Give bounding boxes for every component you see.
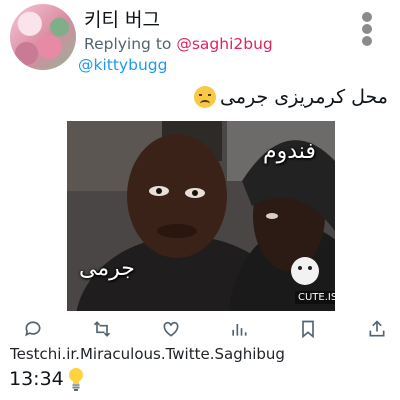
bookmark-button[interactable]	[295, 316, 321, 342]
retweet-button[interactable]	[89, 316, 115, 342]
views-button[interactable]	[226, 316, 252, 342]
bookmark-icon	[302, 320, 315, 339]
more-dot	[362, 24, 372, 34]
media-label-left: جرمی	[79, 256, 135, 281]
more-dot	[362, 12, 372, 22]
replying-mention-link[interactable]: @saghi2bug	[176, 35, 272, 53]
share-button[interactable]	[364, 316, 390, 342]
lightbulb-icon	[68, 368, 83, 391]
tweet-time-row: 13:34	[9, 366, 86, 392]
more-dot	[362, 36, 372, 46]
like-button[interactable]	[158, 316, 184, 342]
tweet-time[interactable]: 13:34	[9, 368, 64, 390]
analytics-icon	[232, 324, 247, 336]
tweet-text: محل کرمریزی جرمی	[194, 86, 388, 108]
replying-to-line: Replying to @saghi2bug	[84, 35, 273, 53]
user-handle[interactable]: @kittybugg	[78, 56, 167, 74]
replying-prefix: Replying to	[84, 35, 172, 53]
tweet-source: Testchi.ir.Miraculous.Twitte.Saghibug	[10, 345, 285, 363]
reply-button[interactable]	[20, 316, 46, 342]
media-label-right: فندوم	[263, 139, 316, 164]
tweet-media-image[interactable]: فندوم جرمی CUTE.ISH	[67, 121, 335, 311]
media-watermark: CUTE.ISH	[295, 291, 335, 304]
display-name[interactable]: 키티 버그	[84, 5, 160, 32]
sad-face-emoji	[194, 86, 216, 108]
retweet-icon	[93, 321, 110, 337]
avatar[interactable]	[10, 4, 76, 70]
tweet-action-bar	[20, 316, 390, 342]
share-icon	[369, 320, 385, 337]
tweet-text-content: محل کرمریزی جرمی	[220, 86, 388, 108]
heart-icon	[163, 321, 179, 337]
more-options-icon[interactable]	[360, 12, 374, 48]
reply-icon	[25, 321, 41, 337]
